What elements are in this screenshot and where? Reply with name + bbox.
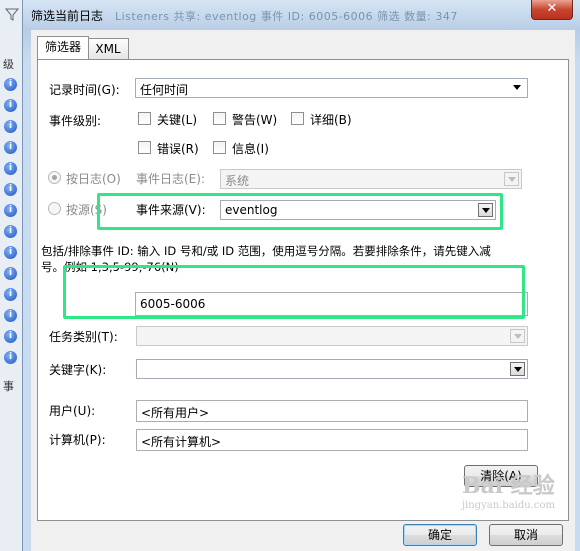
title-ghost-text: Listeners 共享: eventlog 事件 ID: 6005-6006 … xyxy=(115,10,458,23)
cancel-button[interactable]: 取消 xyxy=(489,524,563,546)
info-icon: i xyxy=(4,183,17,196)
event-log-label: 事件日志(E): xyxy=(136,172,205,186)
dialog-client-area: 筛选器 XML 记录时间(G): 任何时间 事件级别: 关键(L) 警告(W) … xyxy=(31,30,575,551)
info-icon: i xyxy=(4,246,17,259)
info-icon: i xyxy=(4,267,17,280)
computer-input[interactable]: <所有计算机> xyxy=(136,429,528,451)
chevron-down-icon xyxy=(504,172,519,186)
watermark-text: Bai 经验 xyxy=(461,473,555,499)
logged-select[interactable]: 任何时间 xyxy=(135,78,528,98)
checkbox-critical-label: 关键(L) xyxy=(157,113,198,127)
info-icon: i xyxy=(4,141,17,154)
chevron-down-icon xyxy=(510,329,525,343)
checkbox-verbose[interactable] xyxy=(291,112,304,125)
keywords-label: 关键字(K): xyxy=(49,363,107,377)
close-button[interactable]: ✕ xyxy=(531,0,573,20)
background-label: 级 xyxy=(3,58,14,71)
event-source-select[interactable]: eventlog xyxy=(220,200,496,220)
info-icon: i xyxy=(4,330,17,343)
radio-by-source-label: 按源(S) xyxy=(66,203,107,217)
logged-select-value: 任何时间 xyxy=(140,83,189,97)
chevron-down-icon[interactable] xyxy=(510,362,525,376)
checkbox-critical[interactable] xyxy=(138,112,151,125)
event-id-input[interactable]: 6005-6006 xyxy=(135,292,528,316)
chevron-down-icon[interactable] xyxy=(478,203,493,217)
info-icon: i xyxy=(4,120,17,133)
chevron-down-icon xyxy=(510,81,525,95)
event-id-description-line-2: 号。例如 1,3,5-99,-76(N) xyxy=(41,260,179,274)
radio-by-source[interactable] xyxy=(48,202,61,215)
filter-icon xyxy=(5,8,19,21)
radio-by-log[interactable] xyxy=(48,171,61,184)
watermark-subtext: jingyan.baidu.com xyxy=(461,500,555,511)
computer-label: 计算机(P): xyxy=(49,433,106,447)
info-icon: i xyxy=(4,225,17,238)
checkbox-information-label: 信息(I) xyxy=(232,142,269,156)
user-input[interactable]: <所有用户> xyxy=(136,400,528,422)
info-icon: i xyxy=(4,309,17,322)
ok-button[interactable]: 确定 xyxy=(403,524,477,546)
checkbox-information[interactable] xyxy=(213,141,226,154)
background-app-strip: 级 i i i i i i i i i i i i i i 事 xyxy=(0,0,23,551)
radio-by-log-label: 按日志(O) xyxy=(66,172,121,186)
checkbox-warning[interactable] xyxy=(213,112,226,125)
event-id-description-line-1: 包括/排除事件 ID: 输入 ID 号和/或 ID 范围，使用逗号分隔。若要排除… xyxy=(41,244,491,258)
task-category-select[interactable] xyxy=(136,326,528,346)
info-icon: i xyxy=(4,351,17,364)
baidu-watermark: Bai 经验 jingyan.baidu.com xyxy=(462,468,555,511)
title-bar[interactable]: 筛选当前日志 Listeners 共享: eventlog 事件 ID: 600… xyxy=(5,0,580,30)
dialog-title: 筛选当前日志 xyxy=(31,9,104,23)
info-icon: i xyxy=(4,288,17,301)
info-icon: i xyxy=(4,204,17,217)
filter-dialog: 筛选当前日志 Listeners 共享: eventlog 事件 ID: 600… xyxy=(5,0,580,551)
event-log-value: 系统 xyxy=(225,174,250,188)
event-level-label: 事件级别: xyxy=(49,114,102,128)
logged-label: 记录时间(G): xyxy=(49,83,120,97)
event-log-select[interactable]: 系统 xyxy=(220,169,522,189)
tab-filter[interactable]: 筛选器 xyxy=(37,36,89,59)
info-icon: i xyxy=(4,162,17,175)
checkbox-error[interactable] xyxy=(138,141,151,154)
user-label: 用户(U): xyxy=(49,404,96,418)
keywords-select[interactable] xyxy=(136,359,528,379)
task-category-label: 任务类别(T): xyxy=(49,330,118,344)
tab-xml[interactable]: XML xyxy=(87,38,129,59)
info-icon: i xyxy=(4,78,17,91)
background-label: 事 xyxy=(3,380,14,393)
event-source-label: 事件来源(V): xyxy=(136,203,206,217)
checkbox-warning-label: 警告(W) xyxy=(232,113,278,127)
event-source-value: eventlog xyxy=(225,203,278,217)
filter-panel: 记录时间(G): 任何时间 事件级别: 关键(L) 警告(W) 详细(B) 错误… xyxy=(37,59,569,521)
info-icon: i xyxy=(4,99,17,112)
checkbox-verbose-label: 详细(B) xyxy=(310,113,352,127)
checkbox-error-label: 错误(R) xyxy=(157,142,199,156)
